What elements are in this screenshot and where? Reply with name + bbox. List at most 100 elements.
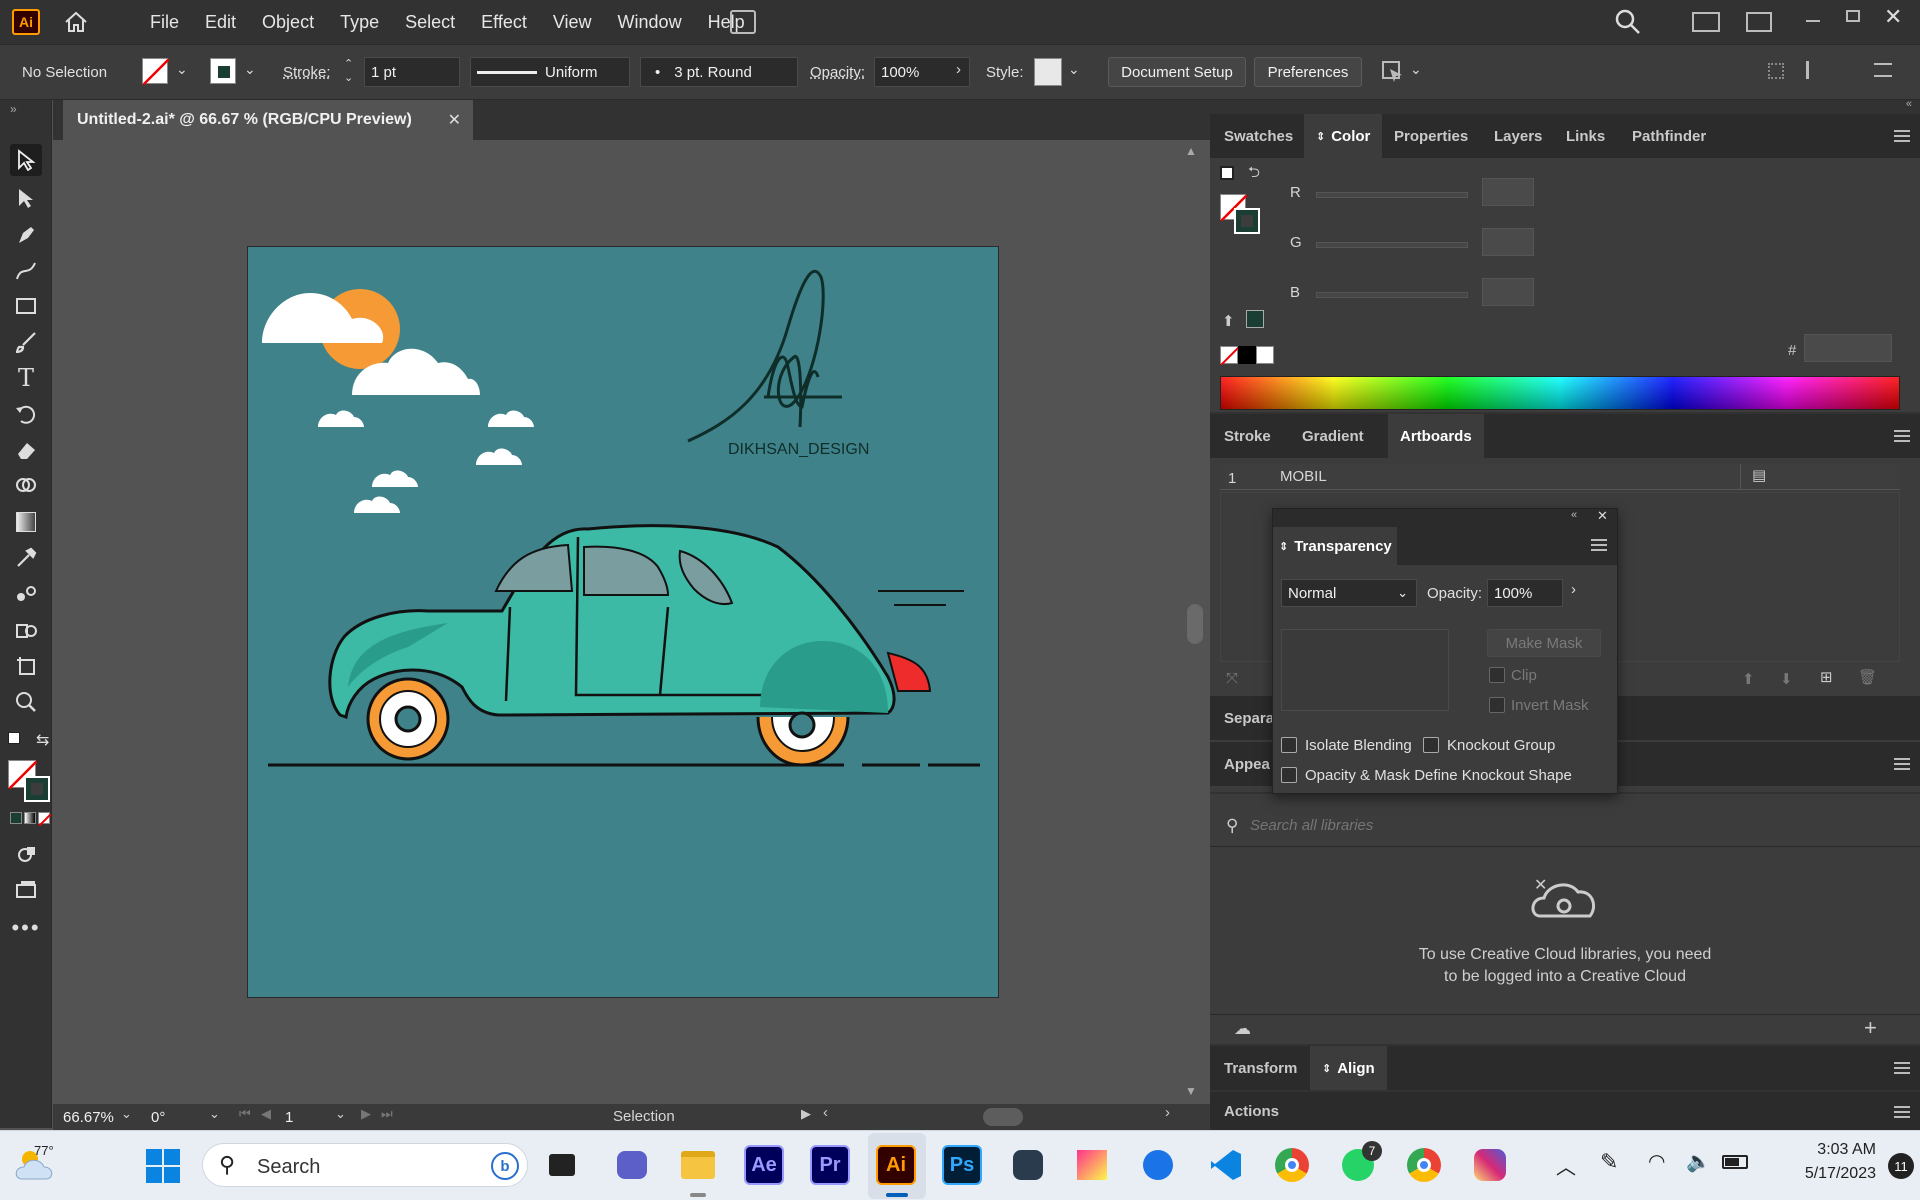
tab-actions[interactable]: Actions <box>1224 1092 1279 1130</box>
vertical-scrollbar[interactable] <box>1187 604 1203 644</box>
tab-transparency[interactable]: ⇕ Transparency <box>1273 527 1397 565</box>
first-artboard-icon[interactable]: ⏮ <box>239 1106 251 1122</box>
document-tab[interactable]: Untitled-2.ai* @ 66.67 % (RGB/CPU Previe… <box>63 100 473 140</box>
illustrator-taskbar-icon[interactable]: Ai <box>876 1145 916 1185</box>
restore-icon[interactable] <box>1846 10 1860 22</box>
premiere-pro-icon[interactable]: Pr <box>810 1145 850 1185</box>
distribute-icon[interactable] <box>1806 61 1826 79</box>
rotate-tool-icon[interactable] <box>12 400 40 428</box>
draw-mode-icon[interactable] <box>12 840 40 868</box>
panel-menu-icon[interactable] <box>1591 539 1607 551</box>
tab-stroke[interactable]: Stroke <box>1224 414 1271 458</box>
stroke-indicator[interactable] <box>1234 208 1260 234</box>
panel-menu-icon[interactable] <box>1894 130 1910 142</box>
collapse-panel-icon[interactable]: « <box>1571 509 1577 521</box>
menu-object[interactable]: Object <box>262 12 314 33</box>
tab-transform[interactable]: Transform <box>1224 1046 1297 1090</box>
clip-checkbox[interactable] <box>1489 667 1505 683</box>
swap-fill-stroke-icon[interactable]: ⇆ <box>36 730 49 750</box>
tab-properties[interactable]: Properties <box>1394 114 1468 158</box>
shape-builder-tool-icon[interactable] <box>12 472 40 500</box>
type-tool-icon[interactable]: T <box>12 364 40 392</box>
windows-start-icon[interactable] <box>146 1149 180 1183</box>
panel-menu-icon[interactable] <box>1894 758 1910 770</box>
green-value-field[interactable] <box>1482 228 1534 256</box>
clock-time[interactable]: 3:03 AM <box>1772 1141 1876 1159</box>
chevron-down-icon[interactable]: ⌄ <box>244 61 256 78</box>
chevron-down-icon[interactable]: ⌄ <box>209 1106 220 1122</box>
previous-artboard-icon[interactable]: ◀ <box>261 1106 271 1122</box>
close-icon[interactable]: ✕ <box>1884 4 1902 30</box>
canvas-area[interactable]: ▲ ▼ DIKHSAN_DESIGN <box>53 140 1210 1108</box>
vscode-icon[interactable] <box>1206 1145 1246 1185</box>
menu-effect[interactable]: Effect <box>481 12 527 33</box>
instagram-icon[interactable] <box>1470 1145 1510 1185</box>
stroke-label[interactable]: Stroke: <box>283 64 331 81</box>
arrange-documents-icon[interactable] <box>730 10 756 34</box>
stroke-stepper-icon[interactable]: ⌃ ⌄ <box>344 57 353 85</box>
search-icon[interactable] <box>1614 8 1642 40</box>
close-tab-icon[interactable]: ✕ <box>448 110 461 130</box>
artboard-mobil[interactable]: DIKHSAN_DESIGN <box>247 246 999 998</box>
gradient-tool-icon[interactable] <box>12 508 40 536</box>
more-tools-icon[interactable]: ••• <box>11 914 40 942</box>
volume-icon[interactable]: 🔈 <box>1686 1149 1711 1174</box>
minimize-icon[interactable] <box>1806 20 1820 22</box>
blue-value-field[interactable] <box>1482 278 1534 306</box>
wifi-icon[interactable]: ◠ <box>1648 1149 1665 1174</box>
none-mode-icon[interactable] <box>38 812 52 827</box>
last-artboard-icon[interactable]: ⏭ <box>381 1106 393 1122</box>
select-similar-icon[interactable] <box>1380 59 1404 83</box>
chevron-down-icon[interactable]: ⌄ <box>335 1106 346 1122</box>
bing-icon[interactable]: b <box>491 1152 519 1180</box>
transparency-opacity-field[interactable]: 100% <box>1487 579 1563 607</box>
preferences-button[interactable]: Preferences <box>1254 57 1362 87</box>
artboard-tool-icon[interactable] <box>12 652 40 680</box>
teams-icon[interactable] <box>612 1145 652 1185</box>
tab-appearance[interactable]: Appea <box>1224 742 1270 786</box>
tab-color[interactable]: ⇕ Color <box>1304 114 1383 158</box>
symbol-sprayer-tool-icon[interactable] <box>12 616 40 644</box>
chevron-down-icon[interactable]: ⌄ <box>1068 61 1080 78</box>
style-swatch[interactable] <box>1034 58 1062 86</box>
collapse-dock-icon[interactable]: « <box>1906 98 1912 110</box>
make-mask-button[interactable]: Make Mask <box>1487 629 1601 657</box>
new-artboard-icon[interactable]: ⊞ <box>1820 668 1833 686</box>
red-slider[interactable] <box>1316 192 1468 198</box>
scroll-left-icon[interactable]: ‹ <box>823 1104 828 1121</box>
blend-tool-icon[interactable] <box>12 580 40 608</box>
brush-definition[interactable]: • 3 pt. Round <box>640 57 798 87</box>
hex-value-field[interactable] <box>1804 334 1892 362</box>
close-panel-icon[interactable]: ✕ <box>1597 508 1608 524</box>
stroke-swatch[interactable] <box>210 58 236 84</box>
eyedropper-tool-icon[interactable] <box>12 544 40 572</box>
menu-file[interactable]: File <box>150 12 179 33</box>
variable-width-profile[interactable]: Uniform <box>470 57 630 87</box>
chrome-icon[interactable] <box>1272 1145 1312 1185</box>
next-artboard-icon[interactable]: ▶ <box>361 1106 371 1122</box>
menu-window[interactable]: Window <box>618 12 682 33</box>
tab-layers[interactable]: Layers <box>1494 114 1542 158</box>
tab-gradient[interactable]: Gradient <box>1302 414 1364 458</box>
horizontal-scrollbar[interactable] <box>983 1108 1023 1126</box>
rearrange-icon[interactable]: ⤧ <box>1226 670 1238 687</box>
curvature-tool-icon[interactable] <box>12 256 40 284</box>
transparency-panel-titlebar[interactable]: « ✕ <box>1273 508 1617 527</box>
workspace-switcher-icon[interactable] <box>1692 12 1720 32</box>
jetbrains-icon[interactable] <box>1072 1145 1112 1185</box>
tab-align[interactable]: ⇕ Align <box>1310 1046 1387 1090</box>
selection-tool-icon[interactable] <box>10 144 42 176</box>
stroke-weight-field[interactable]: 1 pt <box>364 57 460 87</box>
out-of-gamut-icon[interactable]: ⬆ <box>1222 312 1235 330</box>
delete-artboard-icon[interactable]: 🗑 <box>1858 668 1877 686</box>
align-icon[interactable] <box>1768 63 1784 79</box>
last-color-swatch[interactable] <box>1246 310 1264 328</box>
opacity-label[interactable]: Opacity: <box>810 64 865 81</box>
chevron-right-icon[interactable]: › <box>956 61 961 78</box>
more-options-icon[interactable] <box>1874 63 1892 77</box>
document-setup-button[interactable]: Document Setup <box>1108 57 1246 87</box>
app-store-icon[interactable] <box>1138 1145 1178 1185</box>
status-menu-icon[interactable]: ▶ <box>801 1106 811 1122</box>
tab-pathfinder[interactable]: Pathfinder <box>1632 114 1706 158</box>
clock-date[interactable]: 5/17/2023 <box>1772 1165 1876 1183</box>
